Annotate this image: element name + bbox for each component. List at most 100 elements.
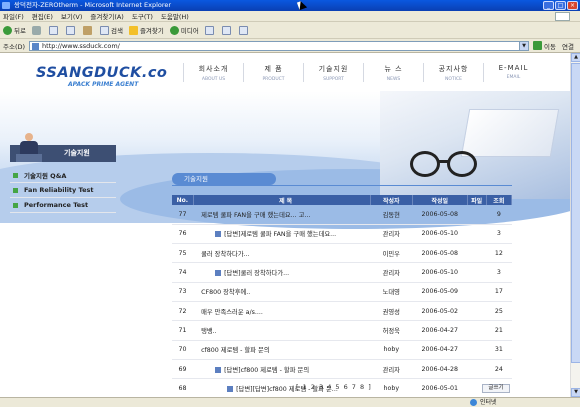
close-button[interactable]: × — [567, 1, 578, 10]
history-button[interactable] — [204, 25, 216, 35]
menu-edit[interactable]: 편집(E) — [32, 11, 53, 21]
row-title-cell[interactable]: cf800 제로템 - 할파 문의 — [193, 340, 371, 360]
site-logo[interactable]: SSANGDUCK.co APACK PRIME AGENT — [36, 65, 167, 88]
row-title-link[interactable]: 탱뱅.. — [201, 328, 217, 335]
menu-view[interactable]: 보기(V) — [61, 11, 82, 21]
row-title-link[interactable]: [답변]cf800 제로템 - 할파 문의 — [224, 367, 309, 374]
row-title-link[interactable]: 제로템 쿨파 FAN을 구매 했는데요... 고... — [201, 212, 310, 219]
table-row[interactable]: 75 쿨러 장착하다가... 이민우 2006-05-08 12 — [172, 243, 512, 264]
left-menu-label: Performance Test — [24, 201, 89, 209]
table-row[interactable]: 72 매우 만족스러운 a/s.... 권영성 2006-05-02 25 — [172, 301, 512, 322]
window-title: 쌍덕전자-ZEROtherm - Microsoft Internet Expl… — [14, 1, 172, 9]
row-author: 관리자 — [370, 262, 413, 283]
table-row[interactable]: 77 제로템 쿨파 FAN을 구매 했는데요... 고... 김동현 2006-05-… — [172, 205, 512, 225]
scrollbar-thumb[interactable] — [571, 63, 580, 363]
row-title-cell[interactable]: CF800 장착후에.. — [193, 282, 371, 302]
row-title-cell[interactable]: 탱뱅.. — [193, 320, 371, 341]
home-button[interactable] — [82, 25, 94, 35]
row-views: 3 — [486, 224, 512, 245]
nav-product[interactable]: 제 품 PRODUCT — [243, 63, 303, 82]
links-button[interactable]: 연결 — [562, 41, 574, 51]
row-title-link[interactable]: CF800 장착후에.. — [201, 289, 250, 296]
stop-button[interactable] — [48, 25, 60, 35]
reply-icon — [215, 231, 222, 238]
support-person-icon — [16, 133, 42, 162]
nav-sublabel: NEWS — [386, 77, 401, 82]
left-menu-item-fan-test[interactable]: Fan Reliability Test — [10, 183, 116, 198]
table-row[interactable]: 70 cf800 제로템 - 할파 문의 hoby 2006-04-27 31 — [172, 340, 512, 360]
left-menu-item-performance[interactable]: Performance Test — [10, 198, 116, 213]
minimize-button[interactable]: _ — [543, 1, 554, 10]
row-title-link[interactable]: 쿨러 장착하다가... — [201, 251, 250, 258]
go-button[interactable]: 이동 — [533, 41, 556, 51]
nav-notice[interactable]: 공지사항 NOTICE — [423, 63, 483, 82]
nav-about[interactable]: 회사소개 ABOUT US — [183, 63, 243, 82]
left-menu-item-qna[interactable]: 기술지원 Q&A — [10, 168, 116, 183]
favorites-label: 즐겨찾기 — [139, 27, 164, 35]
table-row[interactable]: 71 탱뱅.. 허정욱 2006-04-27 21 — [172, 320, 512, 341]
row-views: 17 — [486, 282, 512, 302]
row-title-cell[interactable]: [답변]쿨러 장착하다가... — [193, 262, 371, 283]
pagination[interactable]: [ 1 2 3 4 5 6 7 8 ] — [296, 383, 372, 391]
row-date: 2006-04-28 — [412, 359, 468, 380]
row-file — [467, 243, 487, 264]
address-dropdown-icon[interactable]: ▼ — [519, 41, 529, 50]
menu-help[interactable]: 도움말(H) — [161, 11, 189, 21]
print-button[interactable] — [238, 25, 250, 35]
row-title-link[interactable]: cf800 제로템 - 할파 문의 — [201, 347, 270, 354]
row-title-cell[interactable]: 쿨러 장착하다가... — [193, 243, 371, 264]
nav-sublabel: SUPPORT — [323, 77, 344, 82]
vertical-scrollbar[interactable]: ▲ ▼ — [570, 53, 580, 397]
table-row[interactable]: 74 [답변]쿨러 장착하다가... 관리자 2006-05-10 3 — [172, 262, 512, 283]
scroll-down-icon[interactable]: ▼ — [571, 388, 580, 397]
row-title-cell[interactable]: 제로템 쿨파 FAN을 구매 했는데요... 고... — [193, 205, 371, 225]
mail-button[interactable] — [221, 25, 233, 35]
maximize-button[interactable]: □ — [555, 1, 566, 10]
media-label: 미디어 — [180, 27, 199, 35]
home-icon — [82, 25, 92, 35]
left-menu-label: 기술지원 Q&A — [24, 172, 67, 180]
windows-logo-icon — [555, 12, 570, 21]
row-title-cell[interactable]: [답변]제로템 쿨파 FAN을 구매 했는데요... — [193, 224, 371, 245]
nav-email[interactable]: E-MAIL EMAIL — [483, 63, 543, 82]
board-title-underline — [172, 185, 512, 186]
back-button[interactable]: 뒤로 — [3, 25, 26, 35]
address-input[interactable]: http://www.ssduck.com/ ▼ — [29, 40, 530, 51]
nav-label: 공지사항 — [438, 65, 469, 73]
table-row[interactable]: 69 [답변]cf800 제로템 - 할파 문의 관리자 2006-04-28 24 — [172, 359, 512, 380]
bullet-icon — [13, 187, 18, 193]
table-row[interactable]: 76 [답변]제로템 쿨파 FAN을 구매 했는데요... 관리자 2006-05-1… — [172, 224, 512, 245]
nav-news[interactable]: 뉴 스 NEWS — [363, 63, 423, 82]
menu-file[interactable]: 파일(F) — [3, 11, 24, 21]
board-body: 77 제로템 쿨파 FAN을 구매 했는데요... 고... 김동현 2006-05-… — [172, 205, 512, 397]
menu-favorites[interactable]: 즐겨찾기(A) — [90, 11, 123, 21]
menu-tools[interactable]: 도구(T) — [132, 11, 153, 21]
forward-button[interactable] — [31, 25, 43, 35]
board-table: No. 제 목 작성자 작성일 파일 조회 77 제로템 쿨파 FAN을 구매 했… — [172, 195, 513, 397]
write-button[interactable]: 글쓰기 — [482, 384, 510, 393]
row-number: 75 — [172, 243, 194, 264]
row-title-link[interactable]: [답변]제로템 쿨파 FAN을 구매 했는데요... — [224, 231, 336, 238]
glasses-lens — [447, 151, 477, 177]
row-title-cell[interactable]: [답변]cf800 제로템 - 할파 문의 — [193, 359, 371, 380]
refresh-button[interactable] — [65, 25, 77, 35]
nav-sublabel: ABOUT US — [201, 77, 226, 82]
nav-sublabel: EMAIL — [506, 75, 521, 80]
row-author: 노대영 — [370, 282, 413, 302]
search-button[interactable]: 검색 — [99, 25, 123, 35]
nav-label: E-MAIL — [498, 64, 529, 72]
media-button[interactable]: 미디어 — [169, 25, 199, 35]
row-views: 9 — [486, 205, 512, 225]
nav-support[interactable]: 기술지원 SUPPORT — [303, 63, 363, 82]
glasses-bridge — [438, 160, 449, 163]
row-date: 2006-04-27 — [412, 340, 468, 360]
table-row[interactable]: 73 CF800 장착후에.. 노대영 2006-05-09 17 — [172, 282, 512, 302]
favorites-button[interactable]: 즐겨찾기 — [128, 25, 164, 35]
nav-label: 기술지원 — [318, 65, 349, 73]
row-title-link[interactable]: [답변]쿨러 장착하다가... — [224, 270, 289, 277]
row-title-cell[interactable]: 매우 만족스러운 a/s.... — [193, 301, 371, 322]
scroll-up-icon[interactable]: ▲ — [571, 53, 580, 62]
back-label: 뒤로 — [14, 27, 26, 35]
address-url: http://www.ssduck.com/ — [42, 41, 120, 50]
row-title-link[interactable]: 매우 만족스러운 a/s.... — [201, 309, 263, 316]
